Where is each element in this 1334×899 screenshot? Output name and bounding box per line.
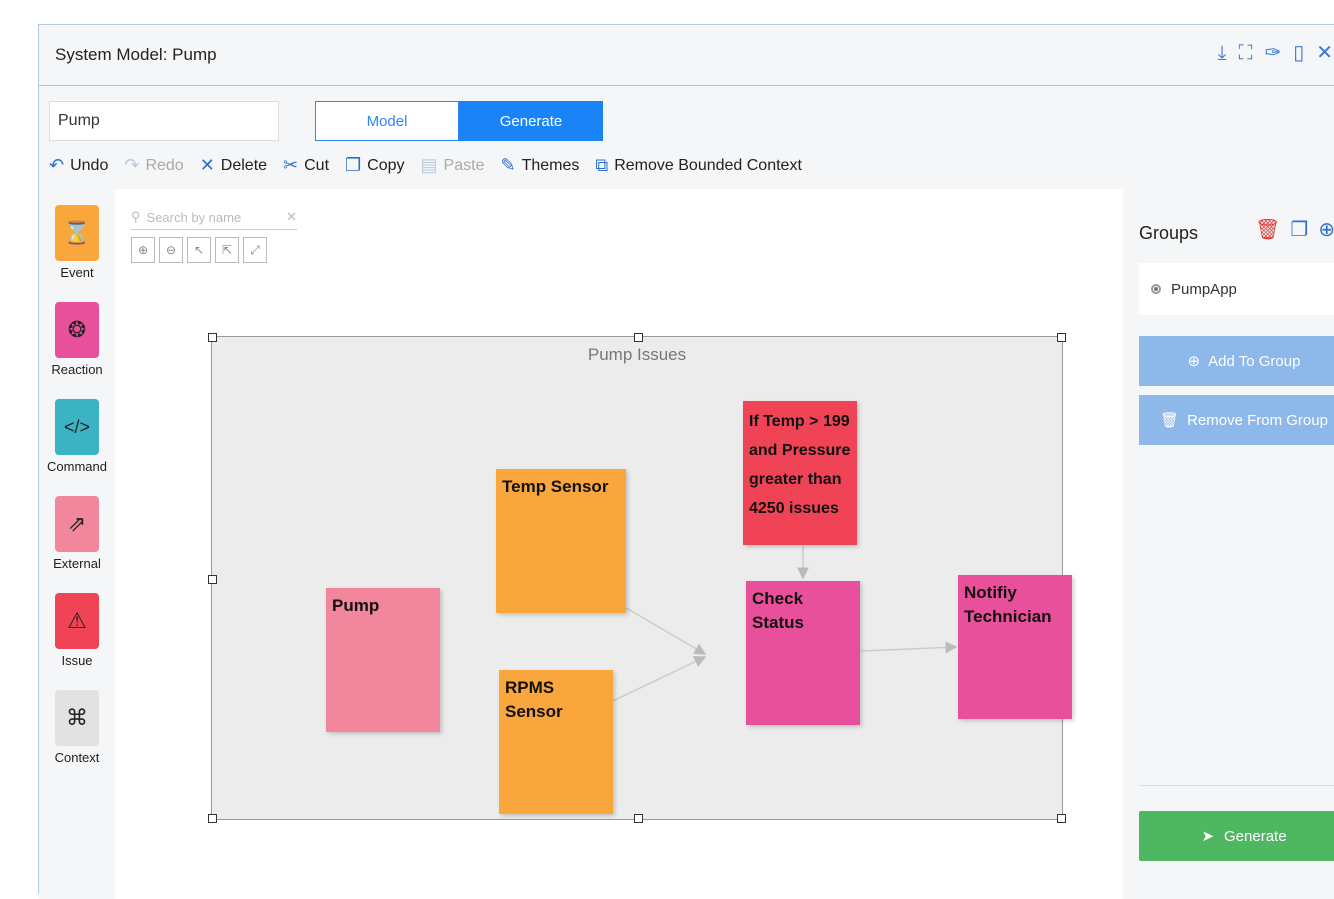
palette-context[interactable]: ⌘ Context [39,690,115,765]
trash-icon: 🗑 [1160,412,1180,429]
context-label: Pump Issues [587,345,687,364]
download-icon[interactable]: ⤓ [1218,41,1227,65]
title-bar: System Model: Pump ⤓ ⛶ ✑ ▯ ✕ [39,25,1334,86]
add-circle-icon: ⊕ [1187,353,1201,370]
palette-issue[interactable]: ⚠ Issue [39,593,115,668]
divider [1139,785,1334,786]
undo-button[interactable]: ↶ Undo [49,155,108,176]
reaction-icon: ❂ [55,302,99,358]
add-to-group-button[interactable]: ⊕ Add To Group [1139,336,1334,386]
brush-icon: ✎ [500,155,516,175]
palette-command[interactable]: </> Command [39,399,115,474]
groups-panel: Groups 🗑 ❐ ⊕ PumpApp ⊕ Add To Group 🗑 Re… [1123,189,1334,899]
issue-note[interactable]: If Temp > 199 and Pressure greater than … [743,401,857,545]
fit-screen-icon[interactable]: ⤢ [243,237,267,263]
scissors-icon: ✂ [283,155,299,175]
pin-icon[interactable]: ✑ [1264,41,1281,65]
search-icon: ⚲ [131,209,141,224]
delete-icon: ✕ [199,155,215,175]
hourglass-icon: ⌛ [55,205,99,261]
copy-button[interactable]: ❐ Copy [345,155,405,176]
zoom-in-icon[interactable]: ⊕ [131,237,155,263]
resize-handle[interactable] [208,814,217,823]
resize-handle[interactable] [208,575,217,584]
context-icon: ⌘ [55,690,99,746]
resize-handle[interactable] [1057,333,1066,342]
palette-event[interactable]: ⌛ Event [39,205,115,280]
group-item-label: PumpApp [1171,280,1237,298]
send-icon: ➤ [1201,828,1215,845]
clear-search-icon[interactable]: ✕ [286,209,297,225]
zoom-controls: ⊕ ⊖ ↖ ⇱ ⤢ [131,237,267,263]
generate-tab[interactable]: Generate [459,101,603,141]
generate-button[interactable]: ➤ Generate [1139,811,1334,861]
undo-icon: ↶ [49,155,65,175]
model-tab[interactable]: Model [315,101,459,141]
delete-button[interactable]: ✕ Delete [200,155,267,176]
resize-handle[interactable] [634,814,643,823]
external-link-icon: ⇗ [55,496,99,552]
toolbar: ↶ Undo ↷ Redo ✕ Delete ✂ Cut ❐ Copy ▤ Paste ✎ T… [49,155,802,176]
group-item-pumpapp[interactable]: PumpApp [1139,263,1334,315]
palette-reaction[interactable]: ❂ Reaction [39,302,115,377]
remove-bounded-context-button[interactable]: ⧉ Remove Bounded Context [595,155,802,176]
groups-title: Groups [1139,223,1199,243]
copy-icon: ❐ [345,155,362,175]
pointer-icon[interactable]: ⇱ [215,237,239,263]
trash-icon[interactable]: 🗑 [1255,217,1280,242]
select-icon[interactable]: ↖ [187,237,211,263]
model-name-input[interactable] [49,101,279,141]
zoom-out-icon[interactable]: ⊖ [159,237,183,263]
element-palette: ⌛ Event ❂ Reaction </> Command ⇗ Externa… [39,189,115,899]
group-actions: 🗑 ❐ ⊕ [1255,217,1334,242]
event-note-temp-sensor[interactable]: Temp Sensor [496,469,626,613]
search-placeholder: Search by name [146,209,242,225]
system-model-window: System Model: Pump ⤓ ⛶ ✑ ▯ ✕ Model Gener… [38,24,1334,899]
close-icon[interactable]: ✕ [1316,41,1333,65]
bounded-context[interactable]: Pump Issues [208,333,1066,823]
add-circle-icon[interactable]: ⊕ [1318,217,1334,242]
warning-icon: ⚠ [55,593,99,649]
resize-handle[interactable] [1057,814,1066,823]
resize-handle[interactable] [634,333,643,342]
palette-external[interactable]: ⇗ External [39,496,115,571]
paste-icon: ▤ [420,155,438,175]
external-note-pump[interactable]: Pump [326,588,440,732]
reaction-note-notify-technician[interactable]: Notifiy Technician [958,575,1072,719]
redo-icon: ↷ [124,155,140,175]
model-canvas[interactable]: ⚲ Search by name ✕ ⊕ ⊖ ↖ ⇱ ⤢ Pump Issues [115,189,1123,899]
radio-button[interactable] [1151,284,1161,294]
search-box[interactable]: ⚲ Search by name ✕ [131,205,297,230]
code-icon: </> [55,399,99,455]
redo-button[interactable]: ↷ Redo [124,155,183,176]
remove-context-icon: ⧉ [595,155,609,175]
expand-icon[interactable]: ⛶ [1238,41,1252,65]
mode-toggle: Model Generate [315,101,603,141]
event-note-rpms-sensor[interactable]: RPMS Sensor [499,670,613,814]
cut-button[interactable]: ✂ Cut [283,155,329,176]
window-title: System Model: Pump [55,45,217,64]
themes-button[interactable]: ✎ Themes [500,155,579,176]
remove-from-group-button[interactable]: 🗑 Remove From Group [1139,395,1334,445]
dock-icon[interactable]: ▯ [1293,41,1304,65]
reaction-note-check-status[interactable]: Check Status [746,581,860,725]
paste-button[interactable]: ▤ Paste [421,155,485,176]
copy-icon[interactable]: ❐ [1290,217,1308,242]
resize-handle[interactable] [208,333,217,342]
window-controls: ⤓ ⛶ ✑ ▯ ✕ [1218,41,1333,65]
